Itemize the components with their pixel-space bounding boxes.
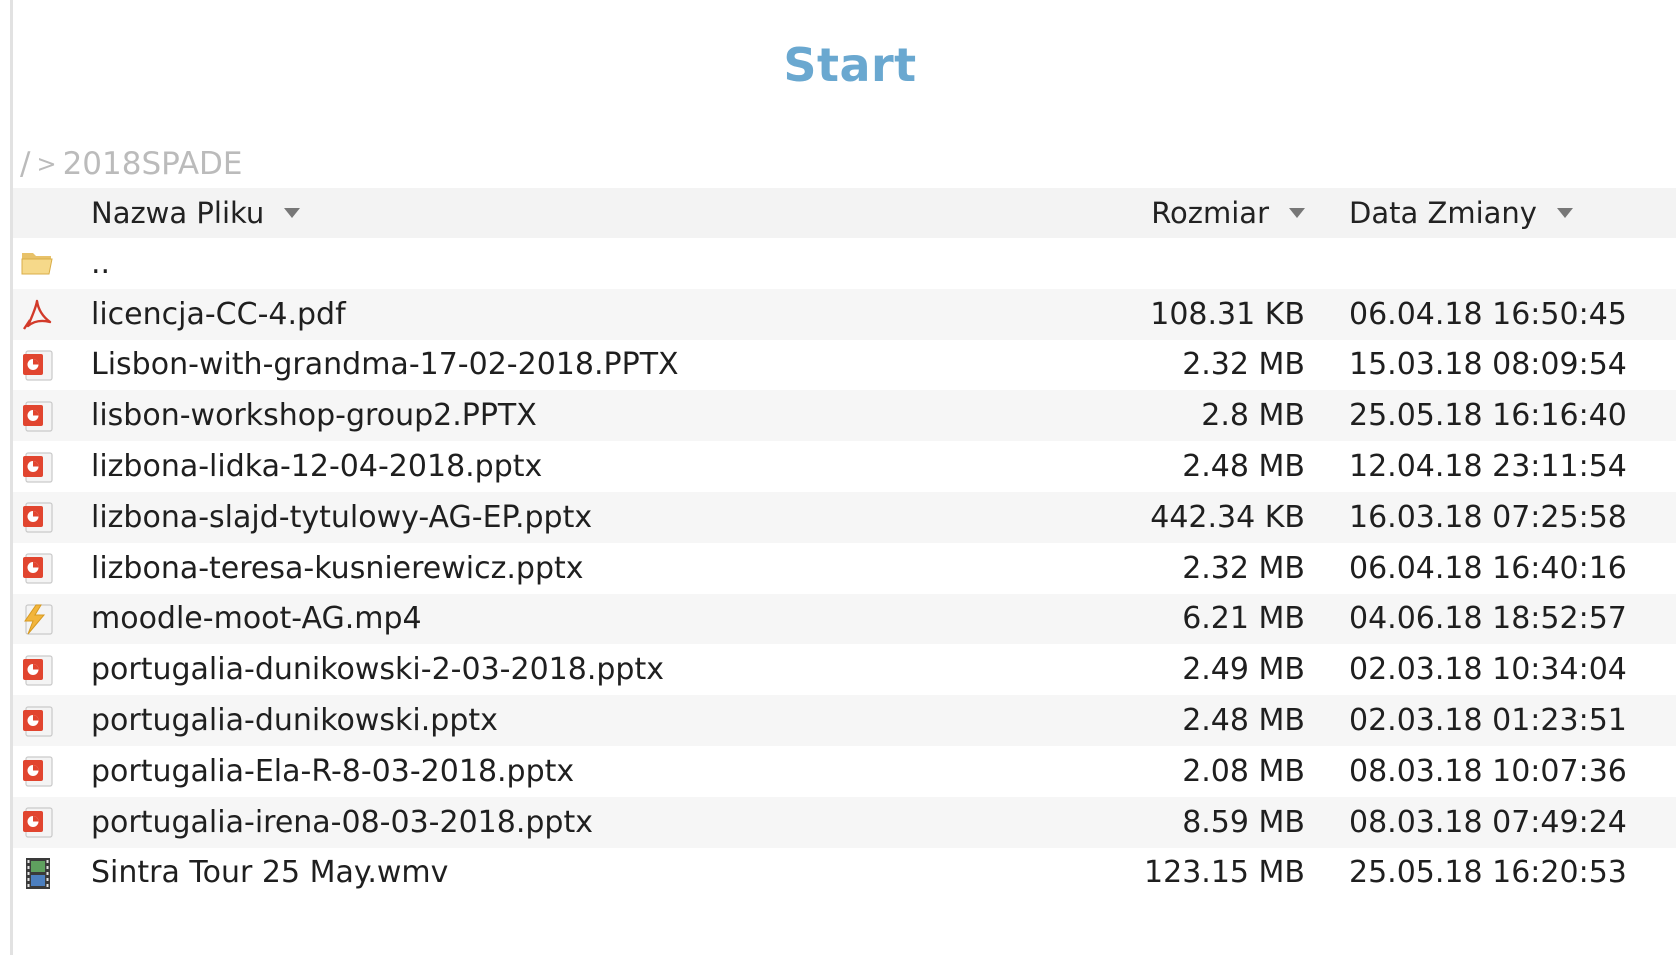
file-size: 442.34 KB: [1150, 499, 1305, 535]
file-modified-date: 02.03.18 01:23:51: [1349, 703, 1627, 739]
file-name-link[interactable]: portugalia-dunikowski.pptx: [91, 703, 1056, 738]
table-row[interactable]: lizbona-teresa-kusnierewicz.pptx 2.32 MB 0…: [13, 543, 1676, 594]
file-modified-date: 15.03.18 08:09:54: [1349, 347, 1627, 383]
file-table: Nazwa Pliku Rozmiar Data Zmiany .. licen…: [13, 188, 1676, 898]
page-title: Start: [783, 38, 917, 92]
date-column-label: Data Zmiany: [1349, 196, 1537, 230]
parent-directory-link[interactable]: ..: [91, 246, 1056, 281]
breadcrumb-current: 2018SPADE: [62, 146, 243, 182]
file-modified-date: 16.03.18 07:25:58: [1349, 499, 1627, 535]
file-size: 123.15 MB: [1144, 855, 1305, 891]
file-name-link[interactable]: lizbona-lidka-12-04-2018.pptx: [91, 449, 1056, 484]
table-row[interactable]: portugalia-dunikowski.pptx 2.48 MB 02.03.1…: [13, 695, 1676, 746]
powerpoint-icon: [23, 502, 53, 533]
name-column-label: Nazwa Pliku: [91, 196, 265, 230]
file-size: 2.32 MB: [1182, 347, 1305, 383]
file-name-link[interactable]: lizbona-slajd-tytulowy-AG-EP.pptx: [91, 500, 1056, 535]
flash-video-icon: [24, 604, 53, 635]
file-size: 2.48 MB: [1182, 449, 1305, 485]
header-icon-spacer: [13, 188, 91, 238]
file-name-link[interactable]: Sintra Tour 25 May.wmv: [91, 855, 1056, 890]
table-row[interactable]: lizbona-lidka-12-04-2018.pptx 2.48 MB 12.0…: [13, 441, 1676, 492]
file-modified-date: 08.03.18 10:07:36: [1349, 753, 1627, 789]
powerpoint-icon: [23, 451, 53, 483]
table-row[interactable]: moodle-moot-AG.mp4 6.21 MB 04.06.18 18:52:…: [13, 593, 1676, 645]
file-name-link[interactable]: lizbona-teresa-kusnierewicz.pptx: [91, 551, 1056, 586]
file-name-link[interactable]: portugalia-dunikowski-2-03-2018.pptx: [91, 652, 1056, 687]
powerpoint-icon: [23, 705, 53, 737]
sort-arrow-icon: [1556, 208, 1573, 218]
table-row[interactable]: Lisbon-with-grandma-17-02-2018.PPTX 2.32 …: [13, 340, 1676, 391]
file-modified-date: 08.03.18 07:49:24: [1349, 804, 1627, 840]
table-row[interactable]: lisbon-workshop-group2.PPTX 2.8 MB 25.05.1…: [13, 390, 1676, 442]
folder-open-icon: [21, 253, 53, 275]
powerpoint-icon: [23, 807, 53, 838]
file-browser-page: Start / >2018SPADE Nazwa Pliku Rozmiar Da…: [0, 0, 1676, 955]
film-icon: [26, 857, 50, 889]
file-size: 2.48 MB: [1182, 703, 1305, 739]
powerpoint-icon: [23, 553, 53, 584]
file-modified-date: 06.04.18 16:50:45: [1349, 296, 1627, 332]
table-row[interactable]: lizbona-slajd-tytulowy-AG-EP.pptx 442.34 …: [13, 491, 1676, 543]
file-modified-date: 06.04.18 16:40:16: [1349, 550, 1627, 586]
parent-directory-row[interactable]: ..: [13, 238, 1676, 289]
breadcrumb: / >2018SPADE: [20, 146, 243, 182]
file-list: licencja-CC-4.pdf 108.31 KB 06.04.18 16:50…: [13, 288, 1676, 899]
file-size: 108.31 KB: [1150, 296, 1305, 332]
sort-by-date-header[interactable]: Data Zmiany: [1321, 196, 1676, 230]
sort-by-size-header[interactable]: Rozmiar: [1056, 196, 1321, 230]
sort-by-name-header[interactable]: Nazwa Pliku: [91, 196, 1056, 230]
file-modified-date: 04.06.18 18:52:57: [1349, 601, 1627, 637]
file-name-link[interactable]: portugalia-irena-08-03-2018.pptx: [91, 805, 1056, 840]
file-modified-date: 25.05.18 16:16:40: [1349, 398, 1627, 434]
size-column-label: Rozmiar: [1151, 196, 1269, 230]
table-row[interactable]: portugalia-Ela-R-8-03-2018.pptx 2.08 MB 08…: [13, 746, 1676, 797]
powerpoint-icon: [23, 350, 53, 381]
file-name-link[interactable]: moodle-moot-AG.mp4: [91, 601, 1056, 636]
breadcrumb-separator: >: [36, 150, 57, 178]
file-size: 2.49 MB: [1182, 652, 1305, 688]
sort-arrow-icon: [1289, 208, 1305, 218]
file-size: 2.08 MB: [1182, 753, 1305, 789]
powerpoint-icon: [23, 655, 53, 686]
file-name-link[interactable]: licencja-CC-4.pdf: [91, 297, 1056, 332]
powerpoint-icon: [23, 401, 53, 432]
table-row[interactable]: portugalia-dunikowski-2-03-2018.pptx 2.49…: [13, 644, 1676, 695]
breadcrumb-root-link[interactable]: /: [20, 146, 30, 182]
file-size: 6.21 MB: [1182, 601, 1305, 637]
file-size: 2.32 MB: [1182, 550, 1305, 586]
file-name-link[interactable]: Lisbon-with-grandma-17-02-2018.PPTX: [91, 347, 1056, 382]
powerpoint-icon: [23, 756, 53, 787]
file-name-link[interactable]: lisbon-workshop-group2.PPTX: [91, 398, 1056, 433]
pdf-icon: [23, 299, 52, 330]
table-row[interactable]: portugalia-irena-08-03-2018.pptx 8.59 MB 0…: [13, 796, 1676, 848]
file-size: 2.8 MB: [1201, 398, 1305, 434]
table-row[interactable]: licencja-CC-4.pdf 108.31 KB 06.04.18 16:50…: [13, 288, 1676, 340]
file-name-link[interactable]: portugalia-Ela-R-8-03-2018.pptx: [91, 754, 1056, 789]
table-row[interactable]: Sintra Tour 25 May.wmv 123.15 MB 25.05.18 …: [13, 848, 1676, 899]
table-header: Nazwa Pliku Rozmiar Data Zmiany: [13, 188, 1676, 238]
sort-arrow-icon: [284, 208, 301, 218]
file-modified-date: 25.05.18 16:20:53: [1349, 855, 1627, 891]
file-modified-date: 02.03.18 10:34:04: [1349, 652, 1627, 688]
file-size: 8.59 MB: [1182, 804, 1305, 840]
file-modified-date: 12.04.18 23:11:54: [1349, 449, 1627, 485]
